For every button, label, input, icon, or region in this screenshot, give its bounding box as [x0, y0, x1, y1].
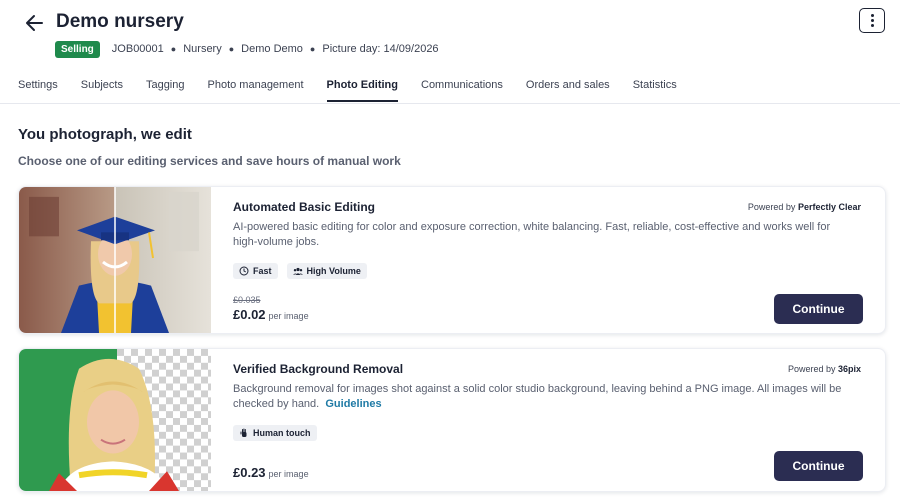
tab-communications[interactable]: Communications: [421, 79, 503, 102]
service-card-basic-editing: Automated Basic Editing Powered by Perfe…: [18, 186, 886, 334]
page-title: Demo nursery: [56, 11, 184, 32]
guidelines-link[interactable]: Guidelines: [325, 398, 381, 410]
job-owner: Demo Demo: [241, 43, 303, 55]
tab-settings[interactable]: Settings: [18, 79, 58, 102]
provider-name: Perfectly Clear: [797, 202, 861, 212]
service-description: AI-powered basic editing for color and e…: [233, 221, 831, 248]
powered-prefix: Powered by: [787, 364, 836, 374]
chip-high-volume: High Volume: [286, 263, 367, 279]
chip-label: High Volume: [306, 266, 361, 276]
service-title: Automated Basic Editing: [233, 200, 376, 214]
tab-tagging[interactable]: Tagging: [146, 79, 185, 102]
price-value: £0.02: [233, 307, 266, 322]
tab-photo-editing[interactable]: Photo Editing: [326, 79, 398, 102]
chip-human-touch: Human touch: [233, 425, 317, 441]
feature-chips: Fast High Volume: [233, 263, 367, 279]
picture-day: Picture day: 14/09/2026: [322, 43, 439, 55]
job-meta: Selling JOB00001 ● Nursery ● Demo Demo ●…: [55, 40, 439, 58]
section-title: You photograph, we edit: [18, 126, 192, 143]
service-title: Verified Background Removal: [233, 362, 404, 376]
old-price: £0.035: [233, 295, 261, 305]
child-portrait-image: [19, 349, 211, 491]
more-options-icon[interactable]: [859, 8, 885, 33]
feature-chips: Human touch: [233, 425, 317, 441]
powered-prefix: Powered by: [747, 202, 796, 212]
tab-orders-and-sales[interactable]: Orders and sales: [526, 79, 610, 102]
job-type: Nursery: [183, 43, 222, 55]
hand-icon: [240, 428, 247, 437]
powered-by: Powered by 36pix: [788, 364, 861, 374]
powered-by: Powered by Perfectly Clear: [748, 202, 861, 212]
price-unit: per image: [268, 311, 309, 321]
meta-separator: ●: [170, 44, 177, 54]
chip-label: Fast: [253, 266, 272, 276]
chip-fast: Fast: [233, 263, 278, 279]
users-icon: [292, 267, 303, 275]
tab-statistics[interactable]: Statistics: [633, 79, 677, 102]
service-card-background-removal: Verified Background Removal Powered by 3…: [18, 348, 886, 492]
price-unit: per image: [268, 469, 309, 479]
continue-button[interactable]: Continue: [774, 451, 863, 481]
job-id: JOB00001: [111, 43, 164, 55]
service-description: Background removal for images shot again…: [233, 382, 853, 412]
tab-bar: Settings Subjects Tagging Photo manageme…: [18, 79, 700, 102]
price: £0.02 per image: [233, 307, 309, 322]
status-badge: Selling: [55, 40, 100, 58]
chip-label: Human touch: [253, 428, 311, 438]
meta-separator: ●: [228, 44, 235, 54]
price-value: £0.23: [233, 465, 266, 480]
continue-button[interactable]: Continue: [774, 294, 863, 324]
clock-icon: [239, 266, 249, 276]
meta-separator: ●: [309, 44, 316, 54]
job-header: Demo nursery Selling JOB00001 ● Nursery …: [0, 0, 900, 104]
tab-photo-management[interactable]: Photo management: [208, 79, 304, 102]
graduate-photo-image: [19, 187, 211, 333]
section-subtitle: Choose one of our editing services and s…: [18, 154, 401, 168]
price: £0.23 per image: [233, 465, 309, 480]
tab-subjects[interactable]: Subjects: [81, 79, 123, 102]
provider-name: 36pix: [837, 364, 861, 374]
back-arrow-icon[interactable]: [24, 12, 44, 34]
